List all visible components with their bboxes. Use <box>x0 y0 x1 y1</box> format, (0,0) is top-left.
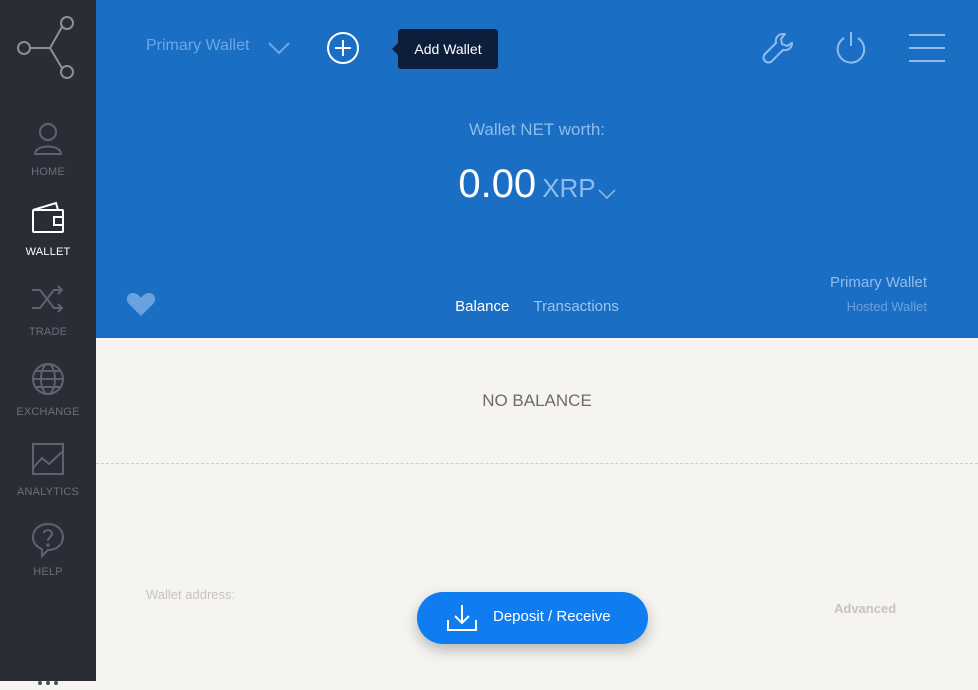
current-wallet-type: Hosted Wallet <box>846 299 927 314</box>
chevron-down-icon <box>268 41 290 60</box>
tab-balance[interactable]: Balance <box>455 298 509 315</box>
deposit-receive-label: Deposit / Receive <box>493 608 611 625</box>
tab-transactions[interactable]: Transactions <box>534 298 619 315</box>
add-wallet-tooltip: Add Wallet <box>392 29 498 69</box>
sidebar-item-exchange[interactable]: EXCHANGE <box>0 360 96 440</box>
wallet-header: Primary Wallet Add Wallet Wallet NET wor… <box>96 0 978 338</box>
menu-button[interactable] <box>908 30 946 66</box>
advanced-link[interactable]: Advanced <box>834 601 896 616</box>
download-icon <box>446 602 478 634</box>
balance-panel: NO BALANCE Wallet address: Advanced Depo… <box>96 338 978 681</box>
networth-amount: 0.00 <box>458 162 537 206</box>
add-wallet-button[interactable] <box>326 31 360 65</box>
wallet-selector[interactable]: Primary Wallet <box>146 37 290 59</box>
chevron-down-icon[interactable] <box>598 187 616 199</box>
sidebar-item-analytics[interactable]: ANALYTICS <box>0 440 96 520</box>
user-icon <box>28 120 68 160</box>
chart-icon <box>28 440 68 480</box>
settings-button[interactable] <box>761 30 797 66</box>
sidebar: HOME WALLET TRADE EXCHANGE ANALYTICS HEL… <box>0 0 96 685</box>
sidebar-item-label: TRADE <box>28 326 68 338</box>
currency-selector[interactable]: XRP <box>542 173 595 203</box>
sidebar-item-trade[interactable]: TRADE <box>0 280 96 360</box>
sidebar-item-label: ANALYTICS <box>16 486 80 498</box>
wallet-icon <box>28 200 68 240</box>
globe-icon <box>28 360 68 400</box>
current-wallet-name: Primary Wallet <box>830 274 927 291</box>
app-logo-icon[interactable] <box>0 0 96 100</box>
wallet-selector-label: Primary Wallet <box>146 37 250 54</box>
sidebar-item-home[interactable]: HOME <box>0 120 96 200</box>
deposit-receive-button[interactable]: Deposit / Receive <box>417 592 648 644</box>
section-divider <box>96 463 978 464</box>
sidebar-item-label: HELP <box>33 566 63 578</box>
sidebar-item-label: HOME <box>31 166 65 178</box>
hamburger-menu-icon <box>909 34 945 62</box>
help-icon <box>28 520 68 560</box>
sidebar-item-wallet[interactable]: WALLET <box>0 200 96 280</box>
sidebar-item-label: EXCHANGE <box>16 406 80 418</box>
wrench-icon <box>762 33 793 64</box>
sidebar-item-help[interactable]: HELP <box>0 520 96 600</box>
shuffle-icon <box>28 280 68 320</box>
wallet-address-label: Wallet address: <box>146 587 236 602</box>
power-icon <box>836 32 866 64</box>
networth-value: 0.00 XRP <box>96 162 978 207</box>
logout-button[interactable] <box>833 30 869 66</box>
networth-label: Wallet NET worth: <box>468 120 606 139</box>
sidebar-item-label: WALLET <box>25 246 71 258</box>
plus-circle-icon <box>327 32 359 64</box>
more-dots-icon[interactable] <box>28 672 68 685</box>
no-balance-message: NO BALANCE <box>482 391 592 410</box>
